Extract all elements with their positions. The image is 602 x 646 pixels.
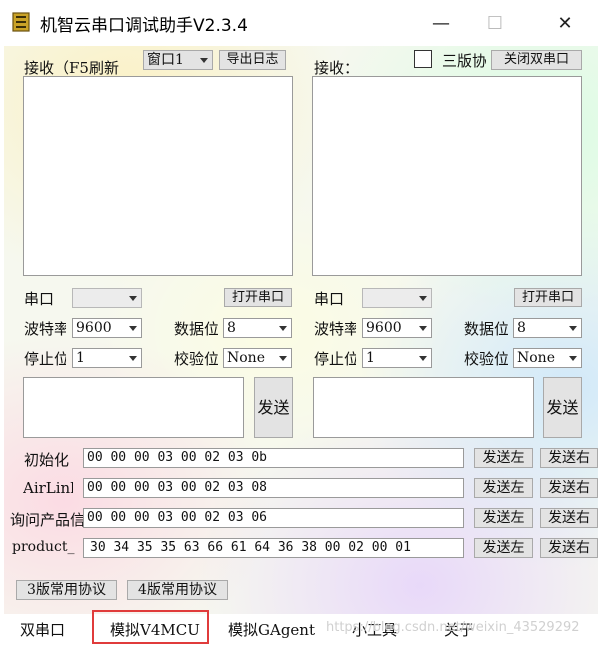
- left-port-label: 串口: [24, 290, 55, 308]
- send-left-button-airlink[interactable]: 发送左: [474, 478, 533, 498]
- right-databits-value: 8: [517, 320, 526, 336]
- send-left-button-product[interactable]: 发送左: [474, 538, 533, 558]
- minimize-button[interactable]: —: [418, 0, 464, 46]
- command-hex-product[interactable]: 30 34 35 35 63 66 61 64 36 38 00 02 00 0…: [83, 538, 464, 558]
- tab-highlight-box: [92, 610, 209, 644]
- v4-common-protocol-button[interactable]: 4版常用协议: [127, 580, 228, 600]
- command-hex-init[interactable]: 00 00 00 03 00 02 03 0b: [83, 448, 464, 468]
- right-parity-label: 校验位: [464, 350, 508, 368]
- v3-protocol-checkbox[interactable]: [414, 50, 432, 68]
- left-parity-value: None: [227, 350, 265, 366]
- right-send-button[interactable]: 发送: [543, 377, 582, 438]
- right-port-label: 串口: [314, 290, 345, 308]
- left-stopbits-select[interactable]: 1: [72, 348, 142, 368]
- chevron-down-icon: [569, 356, 577, 361]
- right-stopbits-value: 1: [366, 350, 375, 366]
- send-right-button-airlink[interactable]: 发送右: [540, 478, 598, 498]
- maximize-button[interactable]: ☐: [472, 0, 518, 46]
- chevron-down-icon: [129, 296, 137, 301]
- right-baud-value: 9600: [366, 320, 402, 336]
- left-databits-value: 8: [227, 320, 236, 336]
- chevron-down-icon: [129, 326, 137, 331]
- left-receive-area[interactable]: [23, 76, 293, 276]
- chevron-down-icon: [129, 356, 137, 361]
- send-left-button-product-info[interactable]: 发送左: [474, 508, 533, 528]
- window-title: 机智云串口调试助手V2.3.4: [40, 16, 248, 36]
- command-hex-airlink[interactable]: 00 00 00 03 00 02 03 08: [83, 478, 464, 498]
- send-left-button-init[interactable]: 发送左: [474, 448, 533, 468]
- chevron-down-icon: [419, 296, 427, 301]
- right-send-input[interactable]: [313, 377, 534, 438]
- left-receive-label: 接收（F5刷新: [24, 59, 119, 77]
- left-databits-label: 数据位: [174, 320, 218, 338]
- export-log-button[interactable]: 导出日志: [219, 50, 286, 70]
- right-baud-label: 波特率: [314, 320, 356, 338]
- chevron-down-icon: [419, 326, 427, 331]
- right-port-select[interactable]: [362, 288, 432, 308]
- right-databits-select[interactable]: 8: [513, 318, 582, 338]
- right-databits-label: 数据位: [464, 320, 508, 338]
- left-baud-label: 波特率: [24, 320, 66, 338]
- right-baud-select[interactable]: 9600: [362, 318, 432, 338]
- left-parity-label: 校验位: [174, 350, 218, 368]
- window-select[interactable]: 窗口1: [143, 50, 213, 70]
- left-send-input[interactable]: [23, 377, 244, 438]
- command-label-product-info: 询问产品信: [10, 511, 84, 529]
- chevron-down-icon: [279, 356, 287, 361]
- v3-protocol-label: 三版协: [442, 52, 486, 70]
- v3-common-protocol-button[interactable]: 3版常用协议: [16, 580, 117, 600]
- tab-dual-serial[interactable]: 双串口: [20, 619, 65, 640]
- left-stopbits-value: 1: [76, 350, 85, 366]
- right-parity-select[interactable]: None: [513, 348, 582, 368]
- window-select-value: 窗口1: [147, 52, 184, 68]
- chevron-down-icon: [200, 58, 208, 63]
- left-baud-value: 9600: [76, 320, 112, 336]
- chevron-down-icon: [279, 326, 287, 331]
- command-hex-product-info[interactable]: 00 00 00 03 00 02 03 06: [83, 508, 464, 528]
- watermark: https://blog.csdn.net/weixin_43529292: [326, 620, 580, 635]
- chevron-down-icon: [419, 356, 427, 361]
- left-open-port-button[interactable]: 打开串口: [224, 288, 292, 307]
- left-parity-select[interactable]: None: [223, 348, 292, 368]
- right-receive-label: 接收：: [314, 59, 360, 77]
- command-label-init: 初始化: [24, 451, 70, 469]
- close-dual-port-button[interactable]: 关闭双串口: [491, 50, 582, 70]
- left-databits-select[interactable]: 8: [223, 318, 292, 338]
- command-label-airlink: AirLink: [23, 479, 73, 497]
- send-right-button-product[interactable]: 发送右: [540, 538, 598, 558]
- chevron-down-icon: [569, 326, 577, 331]
- app-icon: [12, 12, 30, 32]
- right-stopbits-select[interactable]: 1: [362, 348, 432, 368]
- right-receive-area[interactable]: [312, 76, 582, 276]
- right-parity-value: None: [517, 350, 555, 366]
- right-open-port-button[interactable]: 打开串口: [514, 288, 582, 307]
- command-label-product: product_: [12, 539, 75, 555]
- left-stopbits-label: 停止位: [24, 350, 66, 368]
- close-button[interactable]: ✕: [542, 0, 588, 46]
- tab-simulate-gagent[interactable]: 模拟GAgent: [228, 619, 315, 640]
- left-port-select[interactable]: [72, 288, 142, 308]
- send-right-button-init[interactable]: 发送右: [540, 448, 598, 468]
- left-send-button[interactable]: 发送: [254, 377, 293, 438]
- right-stopbits-label: 停止位: [314, 350, 356, 368]
- left-baud-select[interactable]: 9600: [72, 318, 142, 338]
- send-right-button-product-info[interactable]: 发送右: [540, 508, 598, 528]
